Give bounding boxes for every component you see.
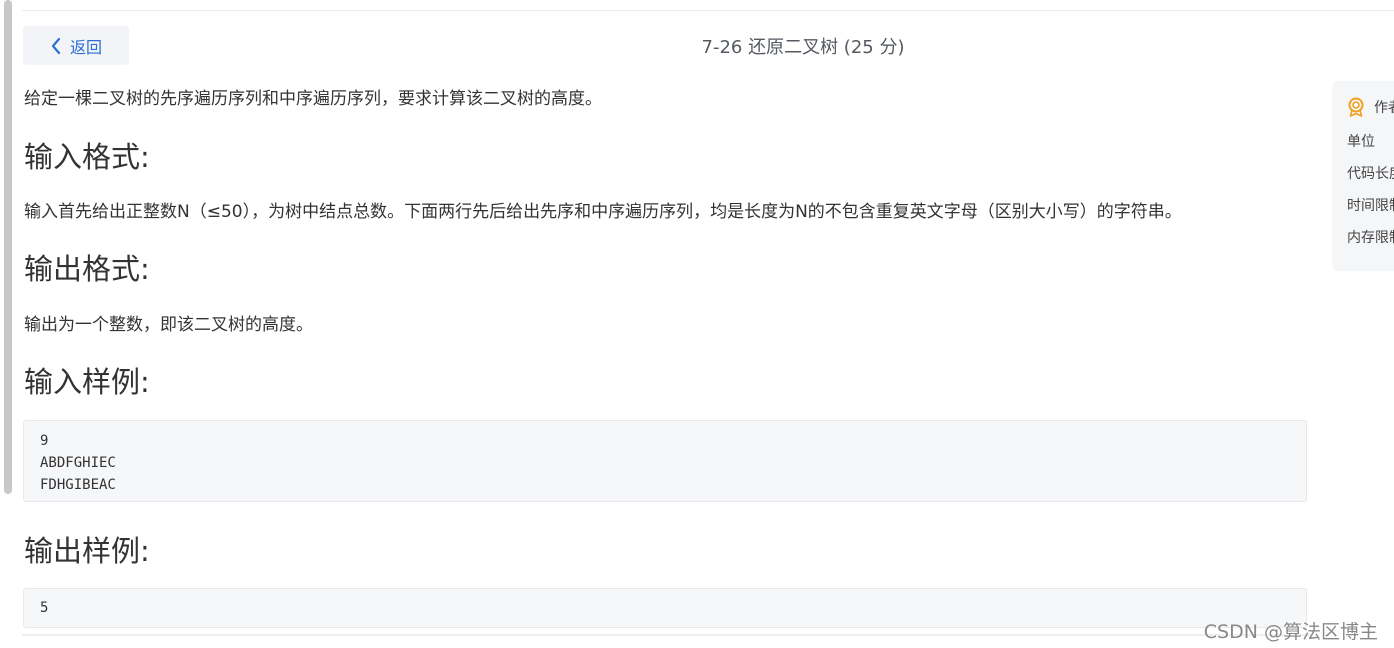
code-line: ABDFGHIEC (40, 455, 116, 471)
output-format-text: 输出为一个整数，即该二叉树的高度。 (24, 315, 313, 335)
code-line: FDHGIBEAC (40, 477, 116, 493)
code-length-label: 代码长度 (1347, 166, 1394, 182)
output-format-heading: 输出格式: (24, 252, 150, 286)
author-row: 作者 (1347, 97, 1394, 117)
time-limit-label: 时间限制 (1347, 198, 1394, 214)
organization-label: 单位 (1347, 134, 1375, 150)
problem-info-panel: 作者 单位 代码长度 时间限制 内存限制 (1332, 81, 1394, 271)
watermark: CSDN @算法区博主 (1203, 621, 1378, 643)
author-label: 作者 (1374, 100, 1394, 116)
problem-description: 给定一棵二叉树的先序遍历序列和中序遍历序列，要求计算该二叉树的高度。 (24, 89, 602, 109)
code-line: 5 (40, 600, 49, 616)
input-format-text: 输入首先给出正整数N（≤50），为树中结点总数。下面两行先后给出先序和中序遍历序… (24, 202, 1182, 222)
badge-icon (1348, 97, 1364, 117)
divider (22, 634, 1312, 636)
scrollbar[interactable] (4, 0, 12, 494)
sample-output-heading: 输出样例: (24, 534, 150, 568)
problem-page: 返回 7-26 还原二叉树 (25 分) 给定一棵二叉树的先序遍历序列和中序遍历… (0, 0, 1394, 648)
back-button[interactable]: 返回 (23, 26, 129, 65)
divider (22, 10, 1394, 11)
memory-limit-label: 内存限制 (1347, 230, 1394, 246)
input-format-heading: 输入格式: (24, 140, 150, 174)
page-title: 7-26 还原二叉树 (25 分) (701, 37, 905, 58)
code-line: 9 (40, 433, 49, 449)
sample-output-code[interactable]: 5 (23, 588, 1307, 628)
chevron-left-icon (51, 37, 61, 54)
sample-input-code[interactable]: 9 ABDFGHIEC FDHGIBEAC (23, 420, 1307, 502)
sample-input-heading: 输入样例: (24, 365, 150, 399)
back-button-label: 返回 (69, 37, 102, 57)
